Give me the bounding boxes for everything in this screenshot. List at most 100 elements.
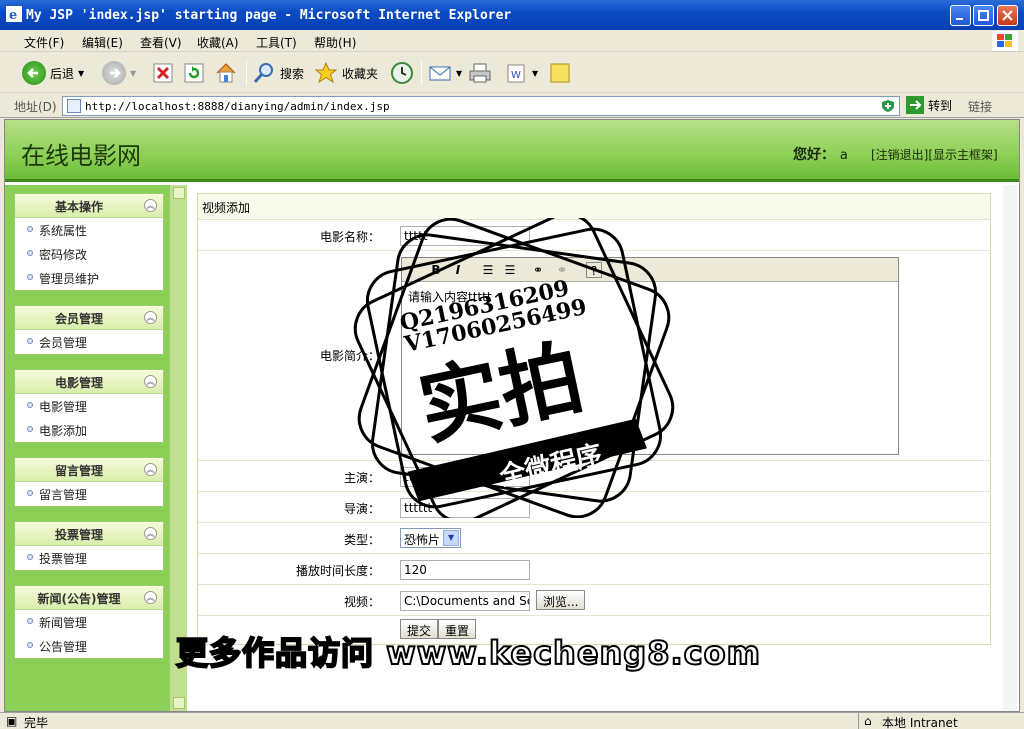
row-duration: 播放时间长度： 120	[198, 554, 990, 585]
home-button[interactable]	[214, 59, 238, 87]
menu-favorites[interactable]: 收藏(A)	[197, 34, 239, 51]
status-text: 完毕	[24, 716, 49, 729]
window-title: My JSP 'index.jsp' starting page - Micro…	[26, 8, 512, 23]
bold-icon[interactable]: B	[428, 262, 444, 278]
group-news: 新闻(公告)管理 ︽ 新闻管理 公告管理	[14, 585, 164, 659]
page-icon	[67, 99, 81, 113]
menu-help[interactable]: 帮助(H)	[314, 34, 356, 51]
search-button[interactable]: 搜索	[252, 59, 304, 87]
menu-tools[interactable]: 工具(T)	[256, 34, 297, 51]
sidebar-item-system[interactable]: 系统属性	[15, 218, 163, 242]
unlink-icon[interactable]: ⚭	[554, 262, 570, 278]
site-title: 在线电影网	[21, 142, 141, 170]
chevron-down-icon: ▼	[443, 530, 460, 546]
back-dropdown-icon[interactable]: ▼	[78, 69, 84, 78]
history-button[interactable]	[390, 59, 414, 87]
back-arrow-icon	[22, 61, 46, 85]
favorites-button[interactable]: 收藏夹	[314, 59, 378, 87]
sidebar-item-notice[interactable]: 公告管理	[15, 634, 163, 658]
collapse-icon[interactable]: ︽	[144, 527, 157, 540]
row-director: 导演： tttttt	[198, 492, 990, 523]
edit-document-icon: W	[507, 64, 525, 83]
collapse-icon[interactable]: ︽	[144, 375, 157, 388]
link-icon[interactable]: ⚭	[530, 262, 546, 278]
mail-dropdown-icon[interactable]: ▼	[456, 69, 462, 78]
go-button[interactable]: 转到	[906, 96, 952, 114]
mail-button[interactable]: ▼	[428, 59, 462, 87]
go-arrow-icon	[906, 96, 924, 114]
group-header[interactable]: 投票管理 ︽	[15, 522, 163, 546]
maximize-button[interactable]	[973, 5, 994, 26]
italic-icon[interactable]: I	[450, 262, 466, 278]
zone-text: 本地 Intranet	[882, 716, 958, 729]
group-header[interactable]: 留言管理 ︽	[15, 458, 163, 482]
group-movie: 电影管理 ︽ 电影管理 电影添加	[14, 369, 164, 443]
collapse-icon[interactable]: ︽	[144, 311, 157, 324]
collapse-icon[interactable]: ︽	[144, 591, 157, 604]
toggle-arrow-icon[interactable]	[173, 697, 185, 709]
collapse-icon[interactable]: ︽	[144, 199, 157, 212]
forward-button[interactable]: ▼	[102, 59, 136, 87]
note-icon	[550, 63, 570, 83]
sidebar-item-vote[interactable]: 投票管理	[15, 546, 163, 570]
menu-view[interactable]: 查看(V)	[140, 34, 182, 51]
type-select[interactable]: 恐怖片 ▼	[400, 528, 462, 548]
sidebar-item-news[interactable]: 新闻管理	[15, 610, 163, 634]
back-button[interactable]: 后退 ▼	[22, 59, 84, 87]
stop-button[interactable]	[152, 59, 174, 87]
edit-dropdown-icon[interactable]: ▼	[532, 69, 538, 78]
sidebar-item-movie-add[interactable]: 电影添加	[15, 418, 163, 442]
star-icon	[314, 61, 338, 84]
group-header[interactable]: 新闻(公告)管理 ︽	[15, 586, 163, 610]
minimize-button[interactable]	[950, 5, 971, 26]
group-header[interactable]: 电影管理 ︽	[15, 370, 163, 394]
shield-icon	[882, 100, 894, 112]
print-button[interactable]	[468, 59, 492, 87]
bullet-icon	[27, 226, 33, 232]
group-header[interactable]: 会员管理 ︽	[15, 306, 163, 330]
search-icon	[253, 63, 273, 83]
collapse-icon[interactable]: ︽	[144, 463, 157, 476]
edit-button[interactable]: W ▼	[504, 59, 538, 87]
header-links: [注销退出][显示主框架]	[871, 146, 998, 163]
actor-input[interactable]: tttttttt	[400, 467, 530, 487]
intro-editor[interactable]: B I ☰ ☰ ⚭ ⚭ ? 请输入内容ttttt	[401, 257, 899, 455]
sidebar: 基本操作 ︽ 系统属性 密码修改 管理员维护 会员管理 ︽ 会员管理 电影管理 ︽ 电…	[5, 185, 169, 711]
sidebar-item-movie-manage[interactable]: 电影管理	[15, 394, 163, 418]
ordered-list-icon[interactable]: ☰	[480, 262, 496, 278]
svg-text:e: e	[9, 8, 17, 22]
duration-input[interactable]: 120	[400, 560, 530, 580]
logout-link[interactable]: [注销退出]	[871, 148, 928, 162]
sidebar-item-admin[interactable]: 管理员维护	[15, 266, 163, 290]
watermark-bottom-text: 更多作品访问 www.kecheng8.com	[175, 633, 761, 673]
stop-icon	[153, 63, 173, 83]
group-message: 留言管理 ︽ 留言管理	[14, 457, 164, 507]
help-icon[interactable]: ?	[586, 262, 602, 278]
sidebar-item-message[interactable]: 留言管理	[15, 482, 163, 506]
vertical-scrollbar[interactable]	[1003, 185, 1017, 711]
links-button[interactable]: 链接	[968, 98, 992, 115]
group-vote: 投票管理 ︽ 投票管理	[14, 521, 164, 571]
form-title: 视频添加	[198, 194, 990, 220]
unordered-list-icon[interactable]: ☰	[502, 262, 518, 278]
video-file-input[interactable]: C:\Documents and Sett	[400, 591, 530, 611]
sidebar-item-member[interactable]: 会员管理	[15, 330, 163, 354]
sidebar-item-password[interactable]: 密码修改	[15, 242, 163, 266]
editor-toolbar: B I ☰ ☰ ⚭ ⚭ ?	[402, 258, 898, 282]
group-header[interactable]: 基本操作 ︽	[15, 194, 163, 218]
toggle-arrow-icon[interactable]	[173, 187, 185, 199]
close-button[interactable]	[997, 5, 1018, 26]
row-actor: 主演： tttttttt	[198, 461, 990, 492]
show-frame-link[interactable]: [显示主框架]	[928, 148, 997, 162]
refresh-button[interactable]	[183, 59, 205, 87]
page-status-icon: ▣	[6, 714, 18, 728]
intro-text: 请输入内容ttttt	[408, 290, 492, 304]
row-video: 视频： C:\Documents and Sett 浏览...	[198, 585, 990, 616]
menu-edit[interactable]: 编辑(E)	[82, 34, 123, 51]
notes-button[interactable]	[548, 59, 572, 87]
director-input[interactable]: tttttt	[400, 498, 530, 518]
name-input[interactable]: ttttt	[400, 226, 530, 246]
browse-button[interactable]: 浏览...	[536, 590, 586, 610]
menu-file[interactable]: 文件(F)	[24, 34, 64, 51]
address-input[interactable]: http://localhost:8888/dianying/admin/ind…	[62, 96, 900, 116]
